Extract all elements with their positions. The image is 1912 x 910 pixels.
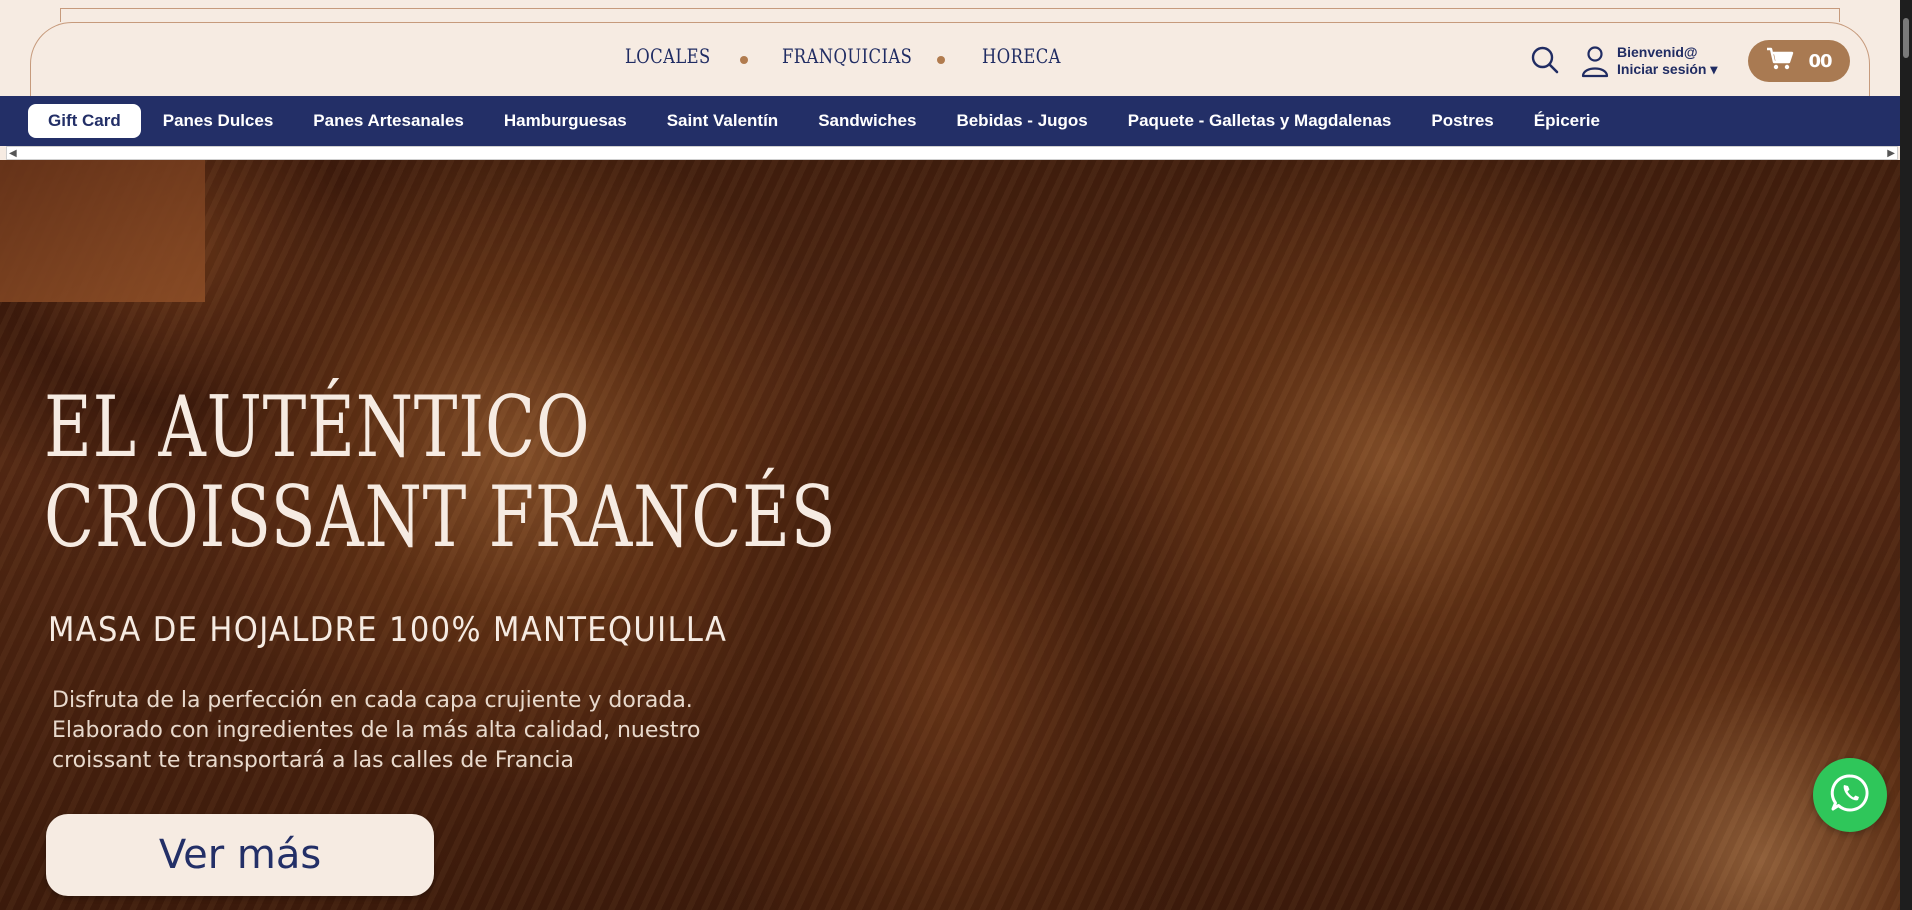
whatsapp-button[interactable] bbox=[1813, 758, 1887, 832]
top-header: LOCALES FRANQUICIAS HORECA Bienvenid@ In… bbox=[0, 0, 1900, 102]
hero-desc-line1: Disfruta de la perfección en cada capa c… bbox=[52, 688, 693, 713]
category-saint-valentin[interactable]: Saint Valentín bbox=[647, 104, 798, 138]
category-postres[interactable]: Postres bbox=[1411, 104, 1513, 138]
nav-separator-dot bbox=[740, 56, 748, 64]
cart-button[interactable]: 00 bbox=[1748, 40, 1850, 82]
category-sandwiches[interactable]: Sandwiches bbox=[798, 104, 936, 138]
hero-title-line1: EL AUTÉNTICO bbox=[44, 378, 591, 476]
nav-horeca[interactable]: HORECA bbox=[982, 44, 1061, 68]
hero-thumbnail-image bbox=[0, 160, 205, 302]
hero-title: EL AUTÉNTICO CROISSANT FRANCÉS bbox=[44, 382, 836, 562]
hero-title-line2: CROISSANT FRANCÉS bbox=[44, 468, 837, 566]
user-icon[interactable] bbox=[1580, 44, 1610, 78]
decorative-frame-top bbox=[60, 8, 1840, 22]
category-hamburguesas[interactable]: Hamburguesas bbox=[484, 104, 647, 138]
vertical-scrollbar[interactable] bbox=[1900, 0, 1912, 910]
whatsapp-icon bbox=[1829, 772, 1871, 819]
ver-mas-button[interactable]: Ver más bbox=[46, 814, 434, 896]
scroll-left-arrow[interactable]: ◀ bbox=[9, 148, 17, 159]
category-gift-card[interactable]: Gift Card bbox=[28, 104, 141, 138]
category-panes-artesanales[interactable]: Panes Artesanales bbox=[293, 104, 484, 138]
category-list: Gift Card Panes Dulces Panes Artesanales… bbox=[28, 104, 1620, 138]
cart-count: 00 bbox=[1808, 50, 1832, 72]
page: LOCALES FRANQUICIAS HORECA Bienvenid@ In… bbox=[0, 0, 1900, 910]
category-bar: Gift Card Panes Dulces Panes Artesanales… bbox=[0, 96, 1900, 146]
nav-locales[interactable]: LOCALES bbox=[625, 44, 711, 68]
account-greeting: Bienvenid@ bbox=[1617, 44, 1698, 60]
vertical-scrollbar-thumb[interactable] bbox=[1903, 18, 1909, 58]
scroll-right-arrow[interactable]: ▶ bbox=[1887, 148, 1895, 159]
hero-description: Disfruta de la perfección en cada capa c… bbox=[52, 686, 852, 776]
horizontal-scrollbar[interactable]: ◀ ▶ bbox=[6, 146, 1898, 160]
hero-banner: EL AUTÉNTICO CROISSANT FRANCÉS MASA DE H… bbox=[0, 160, 1900, 910]
category-bebidas-jugos[interactable]: Bebidas - Jugos bbox=[936, 104, 1107, 138]
cart-icon bbox=[1766, 47, 1794, 76]
hero-subtitle: MASA DE HOJALDRE 100% MANTEQUILLA bbox=[48, 610, 728, 650]
login-link[interactable]: Iniciar sesión ▾ bbox=[1617, 61, 1717, 78]
category-panes-dulces[interactable]: Panes Dulces bbox=[143, 104, 294, 138]
category-epicerie[interactable]: Épicerie bbox=[1514, 104, 1620, 138]
nav-separator-dot bbox=[937, 56, 945, 64]
nav-franquicias[interactable]: FRANQUICIAS bbox=[782, 44, 912, 68]
account-menu[interactable]: Bienvenid@ Iniciar sesión ▾ bbox=[1617, 44, 1717, 78]
category-paquete-galletas[interactable]: Paquete - Galletas y Magdalenas bbox=[1108, 104, 1412, 138]
search-icon[interactable] bbox=[1530, 45, 1560, 75]
hero-desc-line2: Elaborado con ingredientes de la más alt… bbox=[52, 718, 701, 743]
hero-desc-line3: croissant te transportará a las calles d… bbox=[52, 748, 575, 773]
